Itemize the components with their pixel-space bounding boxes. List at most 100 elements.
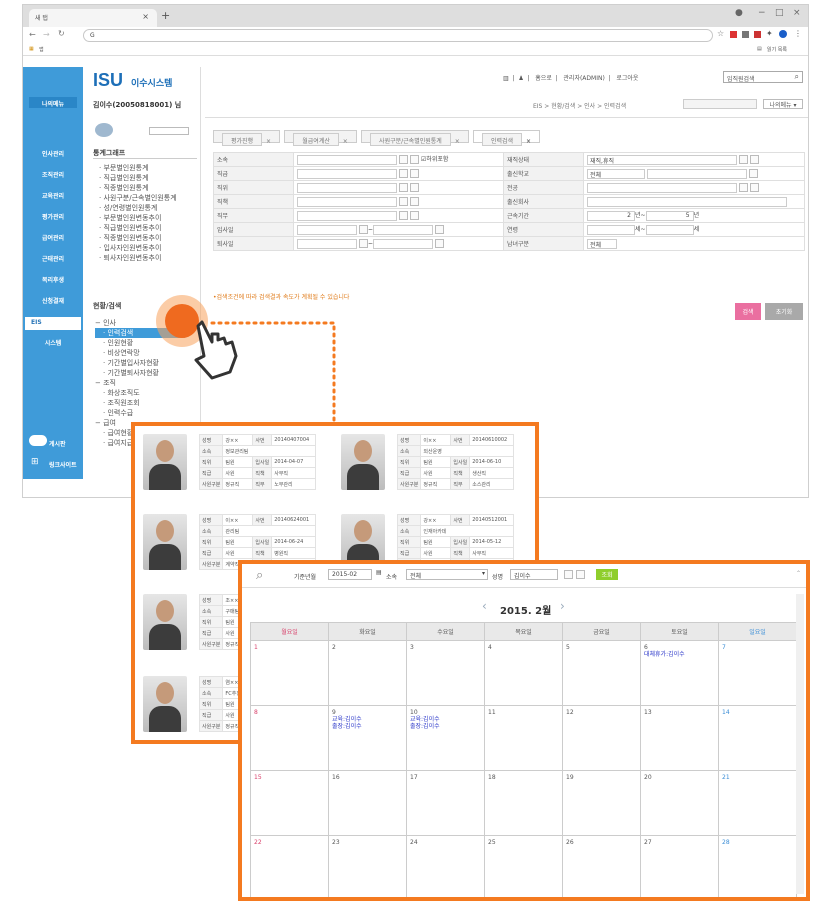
age-from-input[interactable] <box>587 224 635 235</box>
lookup-input[interactable] <box>297 154 397 165</box>
puzzle-icon[interactable]: ✦ <box>766 29 773 38</box>
reading-list-icon[interactable]: ▤ <box>757 46 762 52</box>
school-select[interactable]: 전체 <box>587 168 645 179</box>
stats-item[interactable]: · 직급별인원통계 <box>99 173 177 183</box>
stats-item[interactable]: · 부문별인원통계 <box>99 163 177 173</box>
nav-item[interactable]: 복리후생 <box>23 275 83 284</box>
calendar-day[interactable]: 16 <box>328 770 407 836</box>
ym-input[interactable]: 2015-02 <box>328 569 372 580</box>
tree-item[interactable]: · 조직원조회 <box>95 398 185 408</box>
apps-icon[interactable]: ▦ <box>29 46 34 52</box>
calendar-day[interactable]: 15 <box>250 770 329 836</box>
search-icon[interactable] <box>399 183 408 192</box>
calendar-day[interactable]: 12 <box>562 705 641 771</box>
lookup-input[interactable] <box>297 168 397 179</box>
search-icon[interactable] <box>739 183 748 192</box>
back-icon[interactable]: ← <box>29 30 36 39</box>
my-menu-dropdown[interactable]: 나의메뉴 ▾ <box>763 99 803 109</box>
tree-item[interactable]: · 인원현황 <box>95 338 185 348</box>
gender-select[interactable]: 전체 <box>587 238 617 249</box>
major-input[interactable] <box>587 182 737 193</box>
stats-item[interactable]: · 성/연령별인원통계 <box>99 203 177 213</box>
calendar-icon[interactable] <box>435 239 445 248</box>
calendar-day[interactable]: 5 <box>562 640 641 706</box>
logout-link[interactable]: 로그아웃 <box>616 75 638 82</box>
reset-icon[interactable] <box>410 183 419 192</box>
calendar-day[interactable]: 1 <box>250 640 329 706</box>
search-icon[interactable] <box>739 155 748 164</box>
date-from-input[interactable] <box>297 238 357 249</box>
reset-icon[interactable] <box>750 155 759 164</box>
stats-item[interactable]: · 입사자인원변동추이 <box>99 243 177 253</box>
calendar-day[interactable]: 8 <box>250 705 329 771</box>
calendar-day[interactable]: 13 <box>640 705 719 771</box>
forward-icon[interactable]: → <box>43 30 50 39</box>
home-link[interactable]: 홈으로 <box>535 75 552 82</box>
employee-search-input[interactable]: 임직원검색 ⌕ <box>723 71 803 83</box>
age-to-input[interactable] <box>645 224 694 235</box>
nav-item[interactable]: 인사관리 <box>23 149 83 158</box>
admin-link[interactable]: 관리자(ADMIN) <box>563 75 604 82</box>
bookmark-apps[interactable]: 앱 <box>39 46 44 53</box>
reset-icon[interactable] <box>410 197 419 206</box>
status-input[interactable]: 재직,휴직 <box>587 154 737 165</box>
dept-select[interactable]: 전체 ▾ <box>406 569 488 580</box>
calendar-event[interactable]: 출장:김이수 <box>410 723 481 730</box>
calendar-day[interactable]: 22 <box>250 835 329 897</box>
calendar-day[interactable]: 25 <box>484 835 563 897</box>
search-icon[interactable] <box>399 197 408 206</box>
reading-list[interactable]: 읽기 목록 <box>767 46 787 53</box>
stats-item[interactable]: · 부문별인원변동추이 <box>99 213 177 223</box>
lnb-toggle-buttons[interactable] <box>149 127 189 135</box>
org-icon[interactable]: ♟ <box>518 75 523 82</box>
stats-item[interactable]: · 직급별인원변동추이 <box>99 223 177 233</box>
search-button[interactable]: 검색 <box>735 303 761 320</box>
nav-item[interactable]: 근태관리 <box>23 254 83 263</box>
lookup-input[interactable] <box>297 196 397 207</box>
nav-item[interactable]: 신청결재 <box>23 296 83 305</box>
reset-icon[interactable] <box>410 169 419 178</box>
tree-item[interactable]: · 기간별입사자현황 <box>95 358 185 368</box>
extension-icon[interactable] <box>730 31 737 38</box>
reset-icon[interactable] <box>410 155 419 165</box>
extension-icon[interactable] <box>754 31 761 38</box>
tab-search[interactable]: 인력검색 × <box>472 130 540 146</box>
status-title[interactable]: 현황/검색 <box>93 301 121 311</box>
calendar-day[interactable]: 26 <box>562 835 641 897</box>
calendar-day[interactable]: 2 <box>328 640 407 706</box>
view-toggle-icons[interactable] <box>683 99 757 109</box>
tenure-from-input[interactable]: 2 <box>587 210 635 221</box>
lookup-input[interactable] <box>297 182 397 193</box>
calendar-event[interactable]: 교육:김이수 <box>410 716 481 723</box>
menu-icon[interactable]: ⋮ <box>794 29 802 38</box>
search-icon[interactable] <box>399 155 408 165</box>
profile-card[interactable]: 성명 강×× 사번 20140407004 소속 정보관리팀 직위 팀원 입사일 2014-04-… <box>139 430 335 494</box>
tree-item[interactable]: · 기간별퇴사자현황 <box>95 368 185 378</box>
nav-item[interactable]: 교육관리 <box>23 191 83 200</box>
calendar-icon[interactable] <box>359 239 368 248</box>
nav-item[interactable]: 평가관리 <box>23 212 83 221</box>
stats-item[interactable]: · 직종별인원통계 <box>99 183 177 193</box>
profile-card[interactable]: 성명 이×× 사번 20140610002 소속 외산운영 직위 팀원 입사일 2014-06-1… <box>337 430 533 494</box>
browser-tab[interactable]: 새 탭 × <box>29 9 157 27</box>
scrollbar[interactable] <box>796 594 804 894</box>
date-to-input[interactable] <box>373 224 434 235</box>
new-tab-icon[interactable]: + <box>161 9 170 22</box>
tab-close-icon[interactable]: × <box>142 12 149 21</box>
stats-item[interactable]: · 퇴사자인원변동추이 <box>99 253 177 263</box>
scroll-up-icon[interactable]: ⌃ <box>796 570 801 577</box>
calendar-event[interactable]: 대체휴가:김이수 <box>644 651 715 658</box>
calendar-day[interactable]: 21 <box>718 770 797 836</box>
calendar-day[interactable]: 10 교육:김이수 출장:김이수 <box>406 705 485 771</box>
calendar-day[interactable]: 4 <box>484 640 563 706</box>
calendar-icon[interactable]: ▤ <box>376 569 382 576</box>
lookup-button[interactable]: 조회 <box>596 569 618 580</box>
nav-item[interactable]: 시스템 <box>23 338 83 347</box>
tab-stats[interactable]: 사원구분/근속별인원통계 × <box>361 130 469 146</box>
tree-item[interactable]: · 비상연락망 <box>95 348 185 358</box>
tree-group[interactable]: − 조직 <box>95 378 185 388</box>
search-icon[interactable] <box>399 211 408 220</box>
calendar-day[interactable]: 14 <box>718 705 797 771</box>
calendar-event[interactable]: 교육:김이수 <box>332 716 403 723</box>
close-window-icon[interactable]: × <box>793 8 801 18</box>
